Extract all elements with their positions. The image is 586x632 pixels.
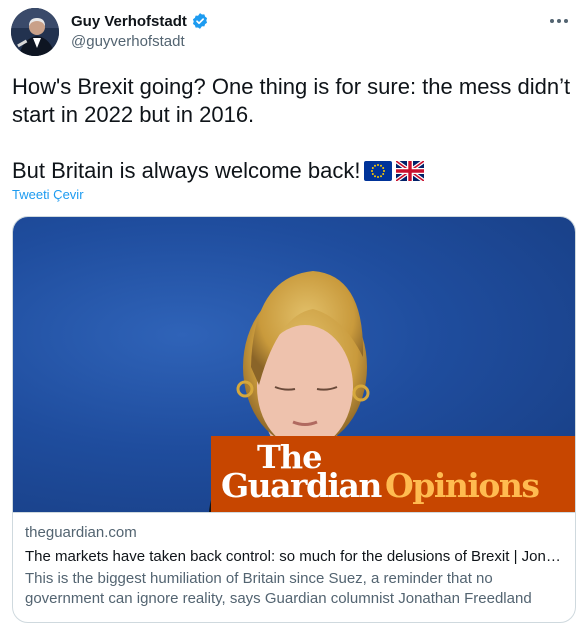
more-dot-icon [550, 19, 554, 23]
uk-flag-icon [396, 161, 425, 181]
author-name-row: Guy Verhofstadt [71, 12, 209, 30]
card-description: This is the biggest humiliation of Brita… [25, 570, 532, 607]
more-dot-icon [564, 19, 568, 23]
logo-opinions: Opinions [385, 466, 540, 505]
tweet-text-line1: How's Brexit going? One thing is for sur… [12, 74, 571, 127]
card-title: The markets have taken back control: so … [25, 548, 565, 565]
avatar[interactable] [11, 8, 59, 56]
author-handle[interactable]: @guyverhofstadt [71, 33, 185, 50]
card-image[interactable]: The Guardian Opinions [13, 217, 575, 512]
logo-guardian: Guardian [221, 466, 382, 505]
card-meta[interactable]: theguardian.com The markets have taken b… [13, 512, 575, 622]
author-name[interactable]: Guy Verhofstadt [71, 13, 187, 30]
more-options-button[interactable] [544, 6, 574, 36]
avatar-photo [11, 8, 59, 56]
guardian-opinions-logo: The Guardian Opinions [211, 436, 575, 512]
tweet-text-line2: But Britain is always welcome back! [12, 158, 361, 183]
translate-tweet-link[interactable]: Tweeti Çevir [12, 187, 84, 202]
flag-emojis [364, 161, 425, 181]
tweet: Guy Verhofstadt @guyverhofstadt How's Br… [0, 0, 586, 632]
card-domain: theguardian.com [25, 524, 137, 541]
tweet-text: How's Brexit going? One thing is for sur… [12, 73, 572, 185]
tweet-text-line2-wrap: But Britain is always welcome back! [12, 157, 572, 185]
link-card[interactable]: The Guardian Opinions theguardian.com Th… [12, 216, 576, 623]
more-dot-icon [557, 19, 561, 23]
verified-badge-icon [191, 12, 209, 30]
eu-flag-icon [364, 161, 393, 181]
